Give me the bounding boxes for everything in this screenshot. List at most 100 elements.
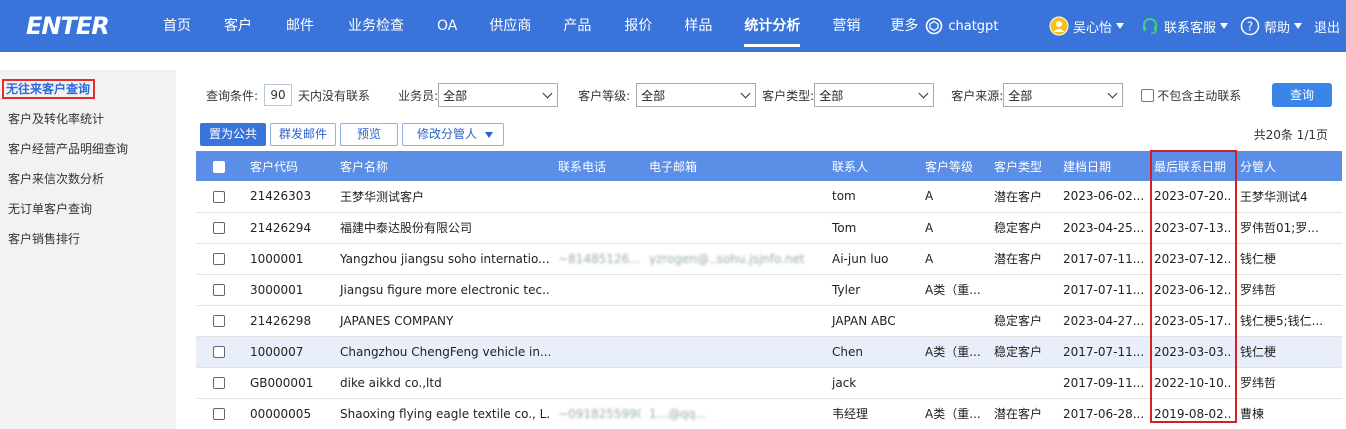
nav-quotes[interactable]: 报价	[624, 0, 652, 52]
row-checkbox[interactable]	[213, 222, 225, 234]
help-icon: ?	[1240, 16, 1260, 36]
nav-samples[interactable]: 样品	[684, 0, 712, 52]
cell-created: 2023-06-02...	[1055, 181, 1146, 213]
nav-home[interactable]: 首页	[163, 0, 191, 52]
cell-email	[641, 181, 824, 213]
row-checkbox[interactable]	[213, 377, 225, 389]
sidebar-item-conversion-stats[interactable]: 客户及转化率统计	[0, 104, 176, 134]
col-header-code[interactable]: 客户代码	[242, 151, 332, 181]
sidebar-item-product-details[interactable]: 客户经营产品明细查询	[0, 134, 176, 164]
col-header-owner[interactable]: 分管人	[1232, 151, 1342, 181]
pagination-info: 共20条 1/1页	[1253, 128, 1328, 142]
enter-logo[interactable]: ENTER	[0, 12, 150, 40]
headset-icon	[1142, 18, 1157, 35]
chevron-down-icon	[740, 88, 751, 98]
sidebar-item-mail-count-analysis[interactable]: 客户来信次数分析	[0, 164, 176, 194]
type-value: 全部	[819, 88, 844, 103]
col-header-email[interactable]: 电子邮箱	[641, 151, 824, 181]
select-all-checkbox[interactable]	[213, 160, 225, 173]
table-row[interactable]: 1000001 Yangzhou jiangsu soho internatio.…	[196, 243, 1342, 275]
cell-last-contact: 2019-08-02...	[1146, 398, 1232, 429]
nav-oa[interactable]: OA	[437, 0, 457, 52]
row-checkbox[interactable]	[213, 190, 225, 203]
nav-mail[interactable]: 邮件	[286, 0, 314, 52]
cell-level: A	[917, 243, 986, 275]
chatgpt-icon	[926, 17, 943, 35]
row-checkbox-cell	[196, 181, 242, 213]
nav-supplier[interactable]: 供应商	[489, 0, 531, 52]
type-label: 客户类型:	[762, 88, 815, 103]
table-row[interactable]: 3000001 Jiangsu figure more electronic te…	[196, 274, 1342, 306]
row-checkbox[interactable]	[213, 346, 225, 358]
nav-customers[interactable]: 客户	[224, 0, 252, 52]
preview-button[interactable]: 预览	[340, 122, 399, 146]
cell-contact: Tyler	[824, 274, 917, 306]
table-row[interactable]: 00000005 Shaoxing flying eagle textile co…	[196, 398, 1342, 429]
nav-products[interactable]: 产品	[563, 0, 591, 52]
col-header-type[interactable]: 客户类型	[986, 151, 1055, 181]
help-label: 帮助	[1263, 20, 1290, 36]
type-select[interactable]: 全部	[814, 83, 935, 107]
table-row[interactable]: 21426298 JAPANES COMPANY JAPAN ABC 稳定客户 2023…	[196, 305, 1342, 337]
row-checkbox[interactable]	[213, 408, 225, 420]
source-value: 全部	[1008, 88, 1033, 103]
user-menu[interactable]: 吴心怡	[1049, 0, 1124, 52]
exclude-active-contact-checkbox[interactable]	[1141, 88, 1155, 102]
cell-name: 福建中泰达股份有限公司	[332, 212, 550, 244]
cell-created: 2017-06-28...	[1055, 398, 1146, 429]
cell-last-contact: 2023-07-13...	[1146, 212, 1232, 244]
cell-type	[986, 367, 1055, 399]
days-input[interactable]: 90	[264, 84, 293, 106]
table-row[interactable]: 1000007 Changzhou ChengFeng vehicle in...…	[196, 336, 1342, 368]
cell-last-contact: 2023-06-12...	[1146, 274, 1232, 306]
sidebar-item-label: 无往来客户查询	[2, 79, 96, 99]
change-owner-button[interactable]: 修改分管人	[402, 122, 504, 146]
row-checkbox-cell	[196, 212, 242, 244]
customer-table: 客户代码 客户名称 联系电话 电子邮箱 联系人 客户等级 客户类型 建档日期 最…	[196, 151, 1342, 429]
nav-statistics[interactable]: 统计分析	[744, 0, 801, 52]
cell-contact: Chen	[824, 336, 917, 368]
table-row[interactable]: GB000001 dike aikkd co.,ltd jack 2017-09-11…	[196, 367, 1342, 399]
chatgpt-link[interactable]: chatgpt	[924, 0, 998, 52]
level-label: 客户等级:	[578, 88, 631, 103]
logout-link[interactable]: 退出	[1314, 0, 1340, 52]
table-row[interactable]: 21426303 王梦华测试客户 tom A 潜在客户 2023-06-02... 2023…	[196, 181, 1342, 213]
sidebar-item-no-contact-customers[interactable]: 无往来客户查询	[0, 74, 176, 104]
cell-level: A类（重...	[917, 336, 986, 368]
mass-mail-button[interactable]: 群发邮件	[270, 122, 337, 146]
nav-marketing[interactable]: 营销	[832, 0, 860, 52]
col-header-last-contact[interactable]: 最后联系日期	[1146, 151, 1232, 181]
row-checkbox[interactable]	[213, 284, 225, 296]
cell-created: 2023-04-25...	[1055, 212, 1146, 244]
cell-code: 1000007	[242, 336, 332, 368]
cell-last-contact: 2023-05-17...	[1146, 305, 1232, 337]
col-header-contact[interactable]: 联系人	[824, 151, 917, 181]
chevron-down-icon	[484, 131, 493, 138]
sidebar-item-sales-ranking[interactable]: 客户销售排行	[0, 224, 176, 254]
cell-last-contact: 2022-10-10...	[1146, 367, 1232, 399]
col-header-name[interactable]: 客户名称	[332, 151, 550, 181]
salesman-select[interactable]: 全部	[438, 83, 559, 107]
cell-type: 稳定客户	[986, 212, 1055, 244]
help-menu[interactable]: ? 帮助	[1240, 0, 1302, 52]
select-all-checkbox-cell	[196, 151, 242, 181]
cell-created: 2017-07-11...	[1055, 243, 1146, 275]
nav-business-check[interactable]: 业务检查	[348, 0, 404, 52]
table-row[interactable]: 21426294 福建中泰达股份有限公司 Tom A 稳定客户 2023-04-25...…	[196, 212, 1342, 244]
cell-owner: 钱仁梗5;钱仁...	[1232, 305, 1342, 337]
set-public-button[interactable]: 置为公共	[200, 122, 267, 146]
cell-name: 王梦华测试客户	[332, 181, 550, 213]
row-checkbox[interactable]	[213, 315, 225, 327]
row-checkbox[interactable]	[213, 253, 225, 265]
sidebar-item-no-order-customers[interactable]: 无订单客户查询	[0, 194, 176, 224]
cell-created: 2017-07-11...	[1055, 336, 1146, 368]
nav-more[interactable]: 更多	[890, 0, 918, 52]
source-select[interactable]: 全部	[1003, 83, 1124, 107]
col-header-phone[interactable]: 联系电话	[550, 151, 641, 181]
level-select[interactable]: 全部	[636, 83, 757, 107]
query-button[interactable]: 查询	[1272, 83, 1332, 107]
cell-code: 21426303	[242, 181, 332, 213]
col-header-created[interactable]: 建档日期	[1055, 151, 1146, 181]
customer-service-menu[interactable]: 联系客服	[1140, 0, 1228, 52]
col-header-level[interactable]: 客户等级	[917, 151, 986, 181]
